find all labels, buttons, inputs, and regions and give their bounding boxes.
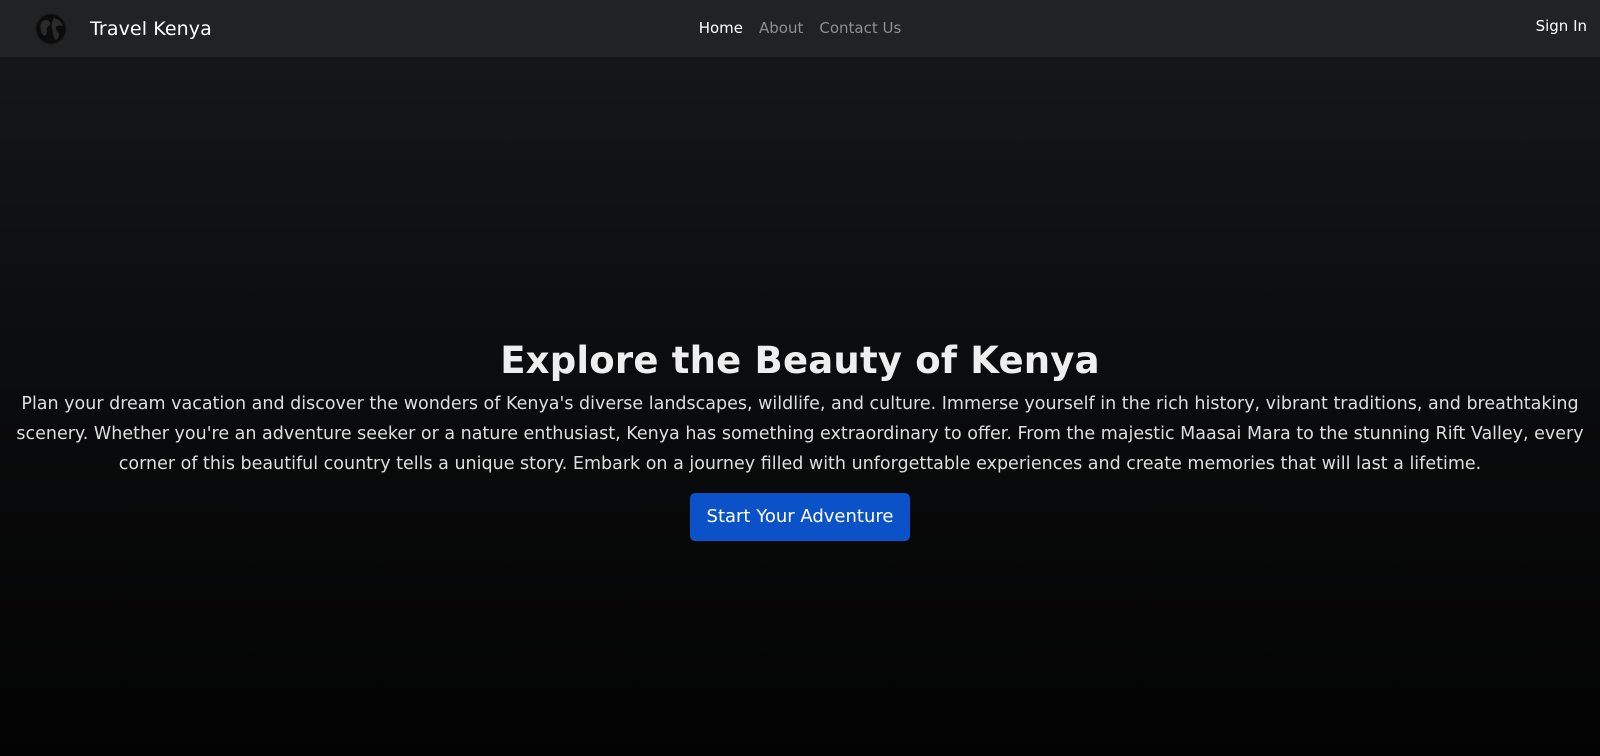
brand-name: Travel Kenya — [90, 17, 212, 40]
brand-link[interactable]: Travel Kenya — [34, 0, 212, 57]
hero-content: Explore the Beauty of Kenya Plan your dr… — [0, 333, 1600, 541]
nav-link-about[interactable]: About — [751, 0, 811, 57]
sign-in-link[interactable]: Sign In — [1536, 0, 1587, 52]
hero-title: Explore the Beauty of Kenya — [500, 339, 1100, 382]
nav-item-contact: Contact Us — [811, 0, 909, 57]
main-nav: Home About Contact Us — [0, 0, 1600, 57]
nav-item-home: Home — [691, 0, 751, 57]
hero-section: Explore the Beauty of Kenya Plan your dr… — [0, 57, 1600, 756]
nav-link-home[interactable]: Home — [691, 0, 751, 57]
nav-item-about: About — [751, 0, 811, 57]
nav-list: Home About Contact Us — [691, 0, 910, 57]
top-navbar: Travel Kenya Home About Contact Us Sign … — [0, 0, 1600, 57]
hero-description: Plan your dream vacation and discover th… — [16, 394, 1584, 474]
globe-icon — [34, 12, 68, 46]
start-adventure-button[interactable]: Start Your Adventure — [689, 493, 911, 541]
nav-link-contact[interactable]: Contact Us — [811, 0, 909, 57]
